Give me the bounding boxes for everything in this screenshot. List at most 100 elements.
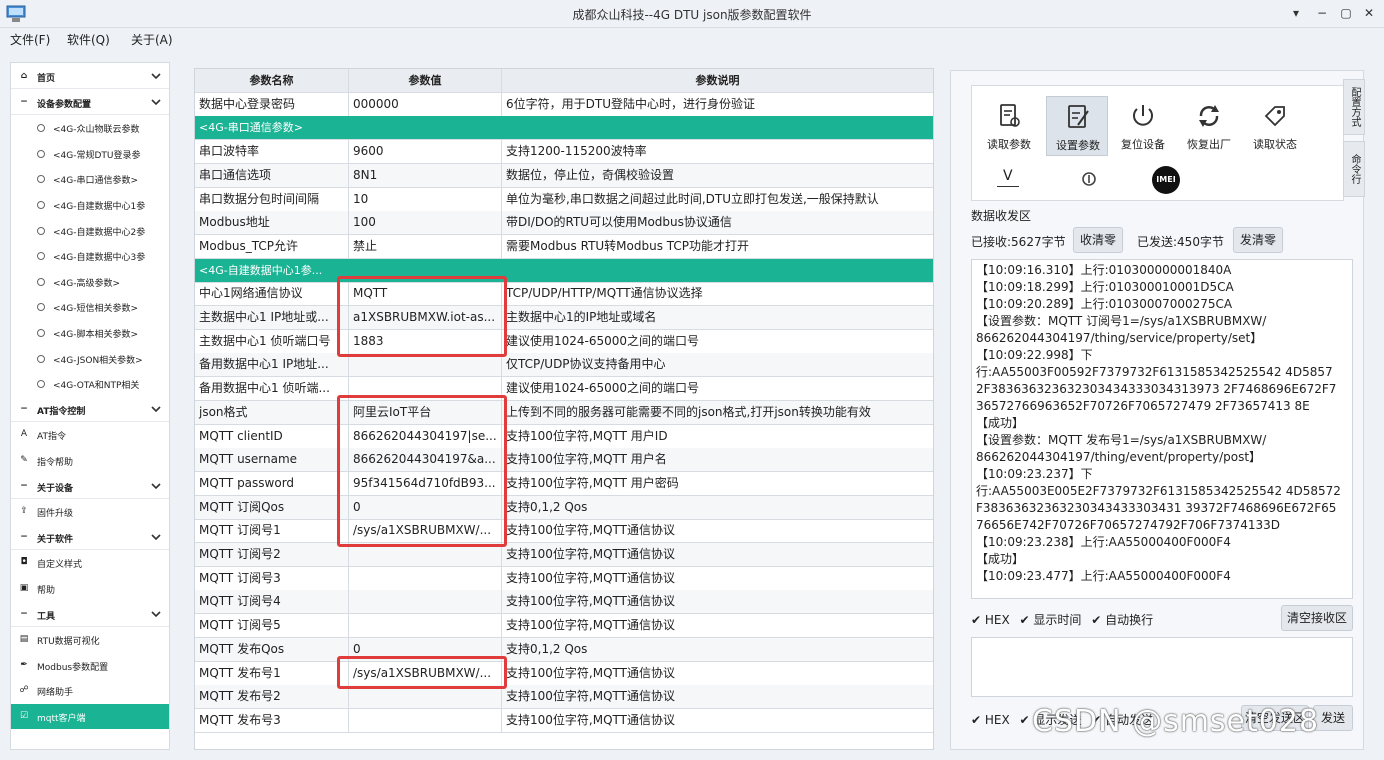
sidebar-item-10[interactable]: <4G-脚本相关参数> xyxy=(11,320,169,345)
read-params-button[interactable]: 读取参数 xyxy=(978,96,1040,156)
param-value-cell[interactable] xyxy=(349,685,502,709)
table-row[interactable]: 主数据中心1 侦听端口号 1883 建议使用1024-65000之间的端口号 xyxy=(195,329,933,354)
show-time-checkbox[interactable]: ✔ 显示时间 xyxy=(1020,611,1082,628)
table-row[interactable]: MQTT 订阅号1/sys/a1XSBRUBMXW/... 支持100位字符,MQ… xyxy=(195,519,933,544)
column-header[interactable]: 参数说明 xyxy=(502,69,933,92)
table-row[interactable]: MQTT clientID 866262044304197|se... 支持100位… xyxy=(195,424,933,449)
sidebar-item-22[interactable]: ▤ RTU数据可视化 xyxy=(11,627,169,652)
sidebar-item-19[interactable]: ◘ 自定义样式 xyxy=(11,550,169,575)
table-row[interactable]: MQTT 发布号1/sys/a1XSBRUBMXW/... 支持100位字符,MQ… xyxy=(195,661,933,686)
table-row[interactable]: 主数据中心1 IP地址或... a1XSBRUBMXW.iot-as... 主数据中… xyxy=(195,306,933,330)
column-header[interactable]: 参数名称 xyxy=(195,69,349,92)
param-value-cell[interactable]: /sys/a1XSBRUBMXW/... xyxy=(349,661,502,685)
sidebar-item-23[interactable]: ✒ Modbus参数配置 xyxy=(11,653,169,678)
menu-software[interactable]: 软件(Q) xyxy=(67,31,110,48)
sidebar-item-1[interactable]: − 设备参数配置 xyxy=(11,90,169,115)
sidebar-item-9[interactable]: <4G-短信相关参数> xyxy=(11,294,169,319)
sidebar-item-8[interactable]: <4G-高级参数> xyxy=(11,269,169,294)
menu-arrow-icon[interactable]: ▾ xyxy=(1288,5,1304,21)
param-value-cell[interactable]: 禁止 xyxy=(349,234,502,258)
table-row[interactable]: MQTT 订阅号4 支持100位字符,MQTT通信协议 xyxy=(195,590,933,615)
sidebar-item-20[interactable]: ▣ 帮助 xyxy=(11,576,169,601)
table-row[interactable]: Modbus地址 100 带DI/DO的RTU可以使用Modbus协议通信 xyxy=(195,211,933,236)
sidebar-item-2[interactable]: <4G-众山物联云参数 xyxy=(11,115,169,140)
table-row[interactable]: Modbus_TCP允许 禁止 需要Modbus RTU转Modbus TCP功能才… xyxy=(195,234,933,259)
param-value-cell[interactable]: /sys/a1XSBRUBMXW/... xyxy=(349,519,502,543)
sidebar-item-16[interactable]: − 关于设备 xyxy=(11,474,169,499)
table-row[interactable]: MQTT 订阅号5 支持100位字符,MQTT通信协议 xyxy=(195,614,933,639)
table-row[interactable]: MQTT username 866262044304197&a... 支持100位字… xyxy=(195,448,933,473)
param-value-cell[interactable]: 阿里云IoT平台 xyxy=(349,400,502,424)
recv-log[interactable]: 【10:09:16.310】上行:010300000001840A 【10:09:… xyxy=(971,259,1353,599)
param-value-cell[interactable] xyxy=(349,614,502,638)
param-value-cell[interactable]: MQTT xyxy=(349,282,502,306)
sidebar-item-0[interactable]: ⌂ 首页 xyxy=(11,64,169,89)
send-input[interactable] xyxy=(971,637,1353,697)
sidebar-item-17[interactable]: ⇪ 固件升级 xyxy=(11,499,169,524)
table-row[interactable]: MQTT 订阅号3 支持100位字符,MQTT通信协议 xyxy=(195,566,933,591)
sidebar-item-15[interactable]: ✎ 指令帮助 xyxy=(11,448,169,473)
auto-wrap-checkbox[interactable]: ✔ 自动换行 xyxy=(1091,611,1153,628)
table-row[interactable]: json格式 阿里云IoT平台 上传到不同的服务器可能需要不同的json格式,打开j… xyxy=(195,400,933,425)
tab-command-line[interactable]: 命令行 xyxy=(1343,141,1365,197)
table-row[interactable]: 数据中心登录密码 000000 6位字符，用于DTU登陆中心时，进行身份验证 xyxy=(195,92,933,117)
sidebar-item-24[interactable]: ☍ 网络助手 xyxy=(11,678,169,703)
sidebar-item-13[interactable]: − AT指令控制 xyxy=(11,397,169,422)
table-row[interactable]: 备用数据中心1 侦听端... 建议使用1024-65000之间的端口号 xyxy=(195,377,933,402)
minimize-button[interactable]: − xyxy=(1314,5,1330,21)
read-status-button[interactable]: 读取状态 xyxy=(1244,96,1306,156)
close-button[interactable]: ✕ xyxy=(1361,5,1377,21)
param-value-cell[interactable]: 10 xyxy=(349,187,502,211)
sidebar-item-7[interactable]: <4G-自建数据中心3参 xyxy=(11,243,169,268)
version-button[interactable]: V xyxy=(994,166,1024,192)
param-value-cell[interactable]: 866262044304197|se... xyxy=(349,424,502,448)
sidebar-item-12[interactable]: <4G-OTA和NTP相关 xyxy=(11,371,169,396)
param-value-cell[interactable] xyxy=(349,590,502,614)
table-row[interactable]: MQTT password 95f341564d710fdB93... 支持100位… xyxy=(195,471,933,496)
maximize-button[interactable]: ▢ xyxy=(1338,5,1354,21)
menu-file[interactable]: 文件(F) xyxy=(10,31,50,48)
sidebar-item-14[interactable]: A AT指令 xyxy=(11,422,169,447)
sidebar-item-25[interactable]: ☑ mqtt客户端 xyxy=(11,704,169,729)
sidebar-item-21[interactable]: − 工具 xyxy=(11,602,169,627)
param-value-cell[interactable] xyxy=(349,708,502,732)
clear-sent-count-button[interactable]: 发清零 xyxy=(1233,227,1283,253)
param-value-cell[interactable]: 000000 xyxy=(349,92,502,116)
tab-config-mode[interactable]: 配置方式 xyxy=(1343,79,1365,135)
table-row[interactable]: MQTT 发布Qos 0 支持0,1,2 Qos xyxy=(195,637,933,662)
param-value-cell[interactable]: a1XSBRUBMXW.iot-as... xyxy=(349,306,502,329)
param-value-cell[interactable]: 1883 xyxy=(349,329,502,353)
send-hex-checkbox[interactable]: ✔ HEX xyxy=(971,713,1010,727)
reset-device-button[interactable]: 复位设备 xyxy=(1112,96,1174,156)
param-value-cell[interactable]: 866262044304197&a... xyxy=(349,448,502,472)
sidebar-item-3[interactable]: <4G-常规DTU登录参 xyxy=(11,141,169,166)
sidebar-item-5[interactable]: <4G-自建数据中心1参 xyxy=(11,192,169,217)
factory-reset-button[interactable]: 恢复出厂 xyxy=(1178,96,1240,156)
table-row[interactable]: MQTT 发布号2 支持100位字符,MQTT通信协议 xyxy=(195,685,933,710)
table-row[interactable]: 备用数据中心1 IP地址... 仅TCP/UDP协议支持备用中心 xyxy=(195,353,933,378)
set-params-button[interactable]: 设置参数 xyxy=(1046,96,1108,156)
hex-checkbox[interactable]: ✔ HEX xyxy=(971,613,1010,627)
imei-button[interactable]: IMEI xyxy=(1152,166,1180,194)
param-value-cell[interactable]: 9600 xyxy=(349,140,502,164)
table-row[interactable]: 中心1网络通信协议 MQTT TCP/UDP/HTTP/MQTT通信协议选择 xyxy=(195,282,933,307)
signal-button[interactable] xyxy=(1076,166,1102,192)
param-value-cell[interactable]: 0 xyxy=(349,637,502,661)
param-value-cell[interactable] xyxy=(349,543,502,566)
table-row[interactable]: MQTT 订阅Qos 0 支持0,1,2 Qos xyxy=(195,495,933,520)
table-row[interactable]: 串口波特率 9600 支持1200-115200波特率 xyxy=(195,140,933,165)
param-value-cell[interactable]: 0 xyxy=(349,495,502,519)
clear-recv-area-button[interactable]: 清空接收区 xyxy=(1281,605,1353,631)
table-row[interactable]: MQTT 订阅号2 支持100位字符,MQTT通信协议 xyxy=(195,543,933,567)
clear-recv-count-button[interactable]: 收清零 xyxy=(1073,227,1123,253)
section-row[interactable]: <4G-自建数据中心1参... xyxy=(195,258,933,283)
param-value-cell[interactable] xyxy=(349,116,502,140)
table-row[interactable]: 串口通信选项 8N1 数据位，停止位，奇偶校验设置 xyxy=(195,163,933,188)
param-value-cell[interactable] xyxy=(349,353,502,377)
sidebar-item-6[interactable]: <4G-自建数据中心2参 xyxy=(11,218,169,243)
table-row[interactable]: 串口数据分包时间间隔 10 单位为毫秒,串口数据之间超过此时间,DTU立即打包发送,… xyxy=(195,187,933,212)
param-value-cell[interactable]: 8N1 xyxy=(349,163,502,187)
table-row[interactable]: MQTT 发布号3 支持100位字符,MQTT通信协议 xyxy=(195,708,933,733)
param-value-cell[interactable]: 100 xyxy=(349,211,502,235)
sidebar-item-11[interactable]: <4G-JSON相关参数> xyxy=(11,346,169,371)
